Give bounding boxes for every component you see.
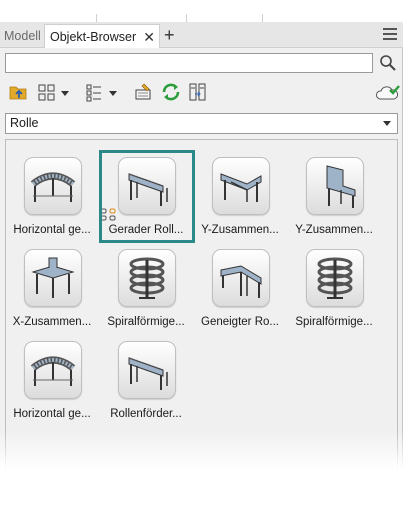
toolbar [5,80,400,104]
search-input[interactable] [5,53,373,73]
grid-item-label: Rollenförder... [110,408,182,420]
conveyor-thumbnail-icon [118,341,176,399]
conveyor-thumbnail-icon [212,249,270,307]
grid-item-label: Gerader Roll... [108,224,184,236]
conveyor-thumbnail-icon [24,157,82,215]
grid-item-label: Horizontal ge... [13,224,91,236]
conveyor-thumbnail-icon [306,249,364,307]
tab-bar: Modell Objekt-Browser ✕ + [0,22,403,48]
grid-item[interactable]: Spiralförmige... [101,245,191,331]
divider [186,14,187,22]
tab-object-browser-label: Objekt-Browser [50,30,137,44]
conveyor-thumbnail-icon [118,249,176,307]
tab-object-browser[interactable]: Objekt-Browser ✕ [44,24,160,48]
divider [96,14,97,22]
columns-icon[interactable] [188,82,208,102]
conveyor-thumbnail-icon [212,157,270,215]
grid-item-label: Spiralförmige... [107,316,185,328]
grid-item[interactable]: Horizontal ge... [7,153,97,239]
grid-item[interactable]: Spiralförmige... [289,245,379,331]
grid-item[interactable]: Gerader Roll... [99,150,195,243]
grid-item-label: Horizontal ge... [13,408,91,420]
search-icon[interactable] [378,53,398,73]
divider [262,14,263,22]
grid-item[interactable]: X-Zusammen... [7,245,97,331]
grid-item[interactable]: Geneigter Ro... [195,245,285,331]
chevron-down-icon [383,121,391,126]
bottom-fade [0,430,405,470]
hamburger-menu-icon[interactable] [383,28,397,40]
grid-item-label: X-Zusammen... [12,316,92,328]
category-select-value: Rolle [10,116,39,130]
conveyor-thumbnail-icon [306,157,364,215]
grid-item[interactable]: Rollenförder... [101,337,191,423]
list-view-icon[interactable] [85,82,121,102]
conveyor-thumbnail-icon [118,157,176,215]
window-top-strip [0,0,405,22]
conveyor-thumbnail-icon [24,341,82,399]
close-icon[interactable]: ✕ [143,25,155,49]
large-icons-view-icon[interactable] [37,82,73,102]
edit-icon[interactable] [133,82,153,102]
conveyor-thumbnail-icon [24,249,82,307]
grid-item-label: Y-Zusammen... [295,224,373,236]
grid-item[interactable]: Y-Zusammen... [289,153,379,239]
refresh-icon[interactable] [160,82,182,102]
category-select[interactable]: Rolle [5,113,398,134]
grid-item-label: Spiralförmige... [295,316,373,328]
grid-item[interactable]: Horizontal ge... [7,337,97,423]
folder-up-icon[interactable] [8,82,30,102]
grid-item-label: Y-Zusammen... [201,224,279,236]
tab-model[interactable]: Modell [4,24,41,48]
grid-item[interactable]: Y-Zusammen... [195,153,285,239]
add-tab-button[interactable]: + [164,24,175,46]
cloud-check-icon[interactable] [375,82,401,102]
grid-item-label: Geneigter Ro... [201,316,279,328]
